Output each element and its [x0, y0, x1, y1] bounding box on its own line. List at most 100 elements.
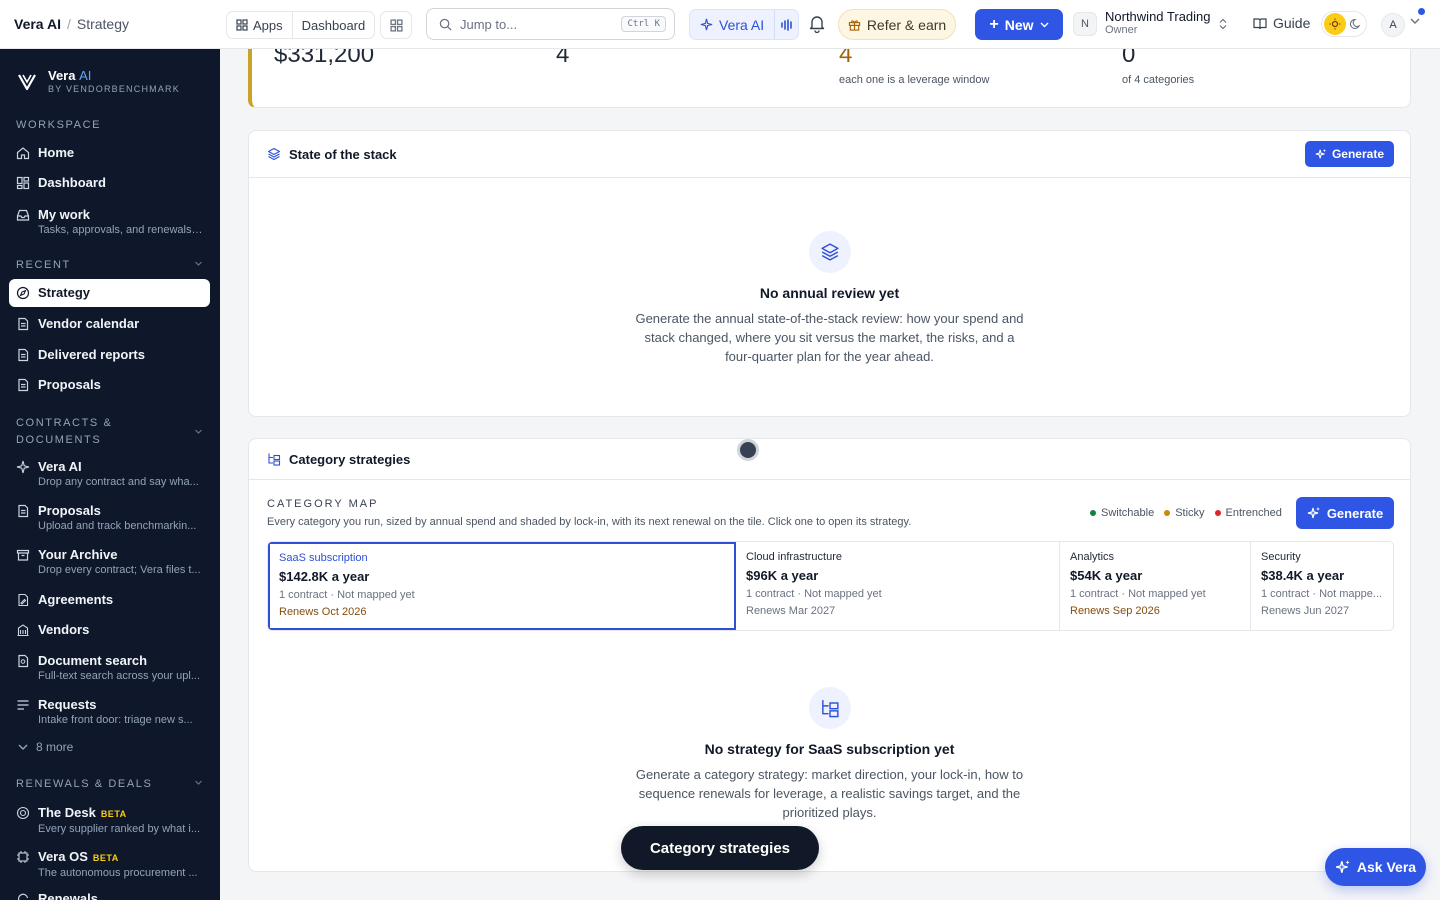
category-tile-cloud[interactable]: Cloud infrastructure $96K a year 1 contr… — [736, 542, 1060, 630]
card-header: Category strategies — [249, 439, 1410, 480]
new-button[interactable]: + New — [975, 9, 1063, 40]
sidebar-item-requests[interactable]: Requests Intake front door: triage new s.… — [9, 697, 210, 727]
legend-label: Switchable — [1101, 507, 1155, 519]
state-of-stack-card: State of the stack Generate No annual re… — [248, 130, 1411, 417]
book-icon — [1253, 17, 1267, 29]
vera-ai-open[interactable]: Vera AI — [690, 10, 776, 39]
legend-label: Sticky — [1175, 507, 1205, 519]
sparkle-icon — [1315, 148, 1327, 159]
moon-icon — [1350, 18, 1361, 30]
tile-name: Security — [1261, 551, 1301, 563]
top-bar: Vera AI / Strategy Apps Dashboard Jump t… — [0, 0, 1440, 49]
refer-earn-button[interactable]: Refer & earn — [838, 9, 956, 40]
sidebar-item-vera-os[interactable]: Vera OS BETA The autonomous procurement ..… — [9, 849, 210, 880]
sidebar-item-renewals[interactable]: Renewals — [9, 891, 210, 900]
stat-value: 0 — [1122, 49, 1136, 68]
apps-button[interactable]: Apps — [227, 12, 292, 38]
section-recent[interactable]: RECENT — [16, 259, 202, 271]
dashboard-icon — [16, 176, 30, 190]
user-menu-chevron-icon[interactable] — [1410, 18, 1420, 25]
dashboard-button[interactable]: Dashboard — [291, 12, 375, 38]
sidebar-item-proposals-recent[interactable]: Proposals — [9, 377, 210, 393]
org-switcher[interactable]: N Northwind Trading Owner — [1073, 10, 1227, 37]
sidebar-item-sub: Upload and track benchmarkin... — [38, 520, 197, 532]
sidebar-item-dashboard[interactable]: Dashboard — [9, 175, 210, 191]
voice-button[interactable] — [775, 18, 798, 31]
vera-logo-icon — [16, 71, 38, 93]
sidebar-item-delivered-reports[interactable]: Delivered reports — [9, 347, 210, 363]
sidebar-item-label: Strategy — [38, 285, 91, 300]
archive-icon — [16, 549, 30, 561]
gift-icon — [848, 20, 860, 31]
sidebar-item-agreements[interactable]: Agreements — [9, 592, 210, 608]
category-tile-analytics[interactable]: Analytics $54K a year 1 contract · Not m… — [1060, 542, 1251, 630]
sidebar-item-label: Home — [38, 145, 75, 160]
legend-sticky: Sticky — [1164, 507, 1205, 519]
sidebar-item-label: Proposals — [38, 503, 101, 518]
empty-body: Generate the annual state-of-the-stack r… — [635, 311, 1024, 364]
category-tile-security[interactable]: Security $38.4K a year 1 contract · Not … — [1251, 542, 1393, 630]
sidebar-item-your-archive[interactable]: Your Archive Drop every contract; Vera fi… — [9, 547, 210, 577]
section-contracts[interactable]: CONTRACTS & DOCUMENTS — [16, 415, 202, 449]
sidebar-item-sub: Full-text search across your upl... — [38, 670, 201, 682]
legend-entrenched: Entrenched — [1214, 507, 1282, 519]
breadcrumb: Vera AI / Strategy — [14, 16, 129, 32]
search-input[interactable]: Jump to... Ctrl K — [426, 8, 675, 40]
bell-icon — [809, 16, 825, 34]
sidebar-item-vendor-calendar[interactable]: Vendor calendar — [9, 316, 210, 332]
target-icon — [16, 806, 30, 820]
sidebar-item-document-search[interactable]: Document search Full-text search across y… — [9, 653, 210, 683]
generate-review-button[interactable]: Generate — [1304, 141, 1394, 167]
empty-body: Generate a category strategy: market dir… — [635, 767, 1024, 820]
brand[interactable]: Vera AI BY VENDORBENCHMARK — [16, 69, 180, 95]
cpu-icon — [17, 851, 29, 863]
sidebar-item-label: Proposals — [38, 377, 101, 392]
sidebar-item-vera-ai[interactable]: Vera AI Drop any contract and say wha... — [9, 459, 210, 489]
sidebar-item-the-desk[interactable]: The Desk BETA Every supplier ranked by wha… — [9, 805, 210, 836]
layout-toggle-button[interactable] — [380, 11, 412, 39]
pen-icon — [18, 593, 29, 607]
section-contracts-line1: CONTRACTS & — [16, 417, 113, 429]
guide-button[interactable]: Guide — [1253, 15, 1310, 31]
new-label: New — [1004, 16, 1034, 33]
generate-strategy-button[interactable]: Generate — [1296, 497, 1394, 529]
chevron-updown-icon — [1219, 18, 1226, 29]
tile-name: Cloud infrastructure — [746, 551, 842, 563]
section-recent-label: RECENT — [16, 259, 71, 271]
legend-dot — [1090, 510, 1096, 516]
theme-toggle[interactable] — [1321, 11, 1367, 37]
vera-ai-button[interactable]: Vera AI — [689, 9, 799, 40]
sidebar-item-strategy[interactable]: Strategy — [9, 279, 210, 307]
stat-value: 4 — [556, 49, 570, 68]
sidebar-item-label: The Desk BETA — [38, 805, 203, 822]
sidebar-item-my-work[interactable]: My work Tasks, approvals, and renewals ..… — [9, 207, 210, 237]
sidebar-item-home[interactable]: Home — [9, 145, 210, 161]
category-tile-saas[interactable]: SaaS subscription $142.8K a year 1 contr… — [268, 542, 736, 630]
sidebar-item-sub: Drop every contract; Vera files t... — [38, 564, 201, 576]
sidebar-item-sub: Every supplier ranked by what i... — [38, 823, 201, 835]
sidebar-item-label-text: Vera OS — [38, 849, 88, 864]
sidebar-item-proposals[interactable]: Proposals Upload and track benchmarkin... — [9, 503, 210, 533]
notifications-button[interactable] — [808, 14, 826, 38]
brand-name-text: Vera — [48, 68, 76, 83]
sidebar-item-label: Agreements — [38, 592, 114, 607]
breadcrumb-app[interactable]: Vera AI — [14, 16, 61, 32]
section-pill-button[interactable]: Category strategies — [621, 826, 819, 870]
sidebar-item-sub: Drop any contract and say wha... — [38, 476, 199, 488]
tile-renewal: Renews Mar 2027 — [746, 605, 836, 617]
chevron-down-icon — [1040, 22, 1049, 27]
beta-badge: BETA — [100, 809, 127, 819]
section-renewals[interactable]: RENEWALS & DEALS — [16, 778, 202, 790]
ask-vera-button[interactable]: Ask Vera — [1325, 848, 1426, 886]
empty-state-strategy: No strategy for SaaS subscription yet Ge… — [249, 687, 1410, 822]
show-more-button[interactable]: 8 more — [18, 740, 73, 754]
sidebar-item-vendors[interactable]: Vendors — [9, 622, 210, 638]
user-avatar[interactable]: A — [1381, 13, 1405, 37]
sidebar-item-label-text: The Desk — [38, 805, 96, 820]
notification-dot — [1418, 8, 1425, 15]
category-map-subtitle: Every category you run, sized by annual … — [267, 516, 912, 528]
category-map: SaaS subscription $142.8K a year 1 contr… — [267, 541, 1394, 631]
org-role: Owner — [1105, 24, 1138, 36]
org-avatar: N — [1073, 11, 1097, 36]
list-icon — [17, 700, 29, 710]
